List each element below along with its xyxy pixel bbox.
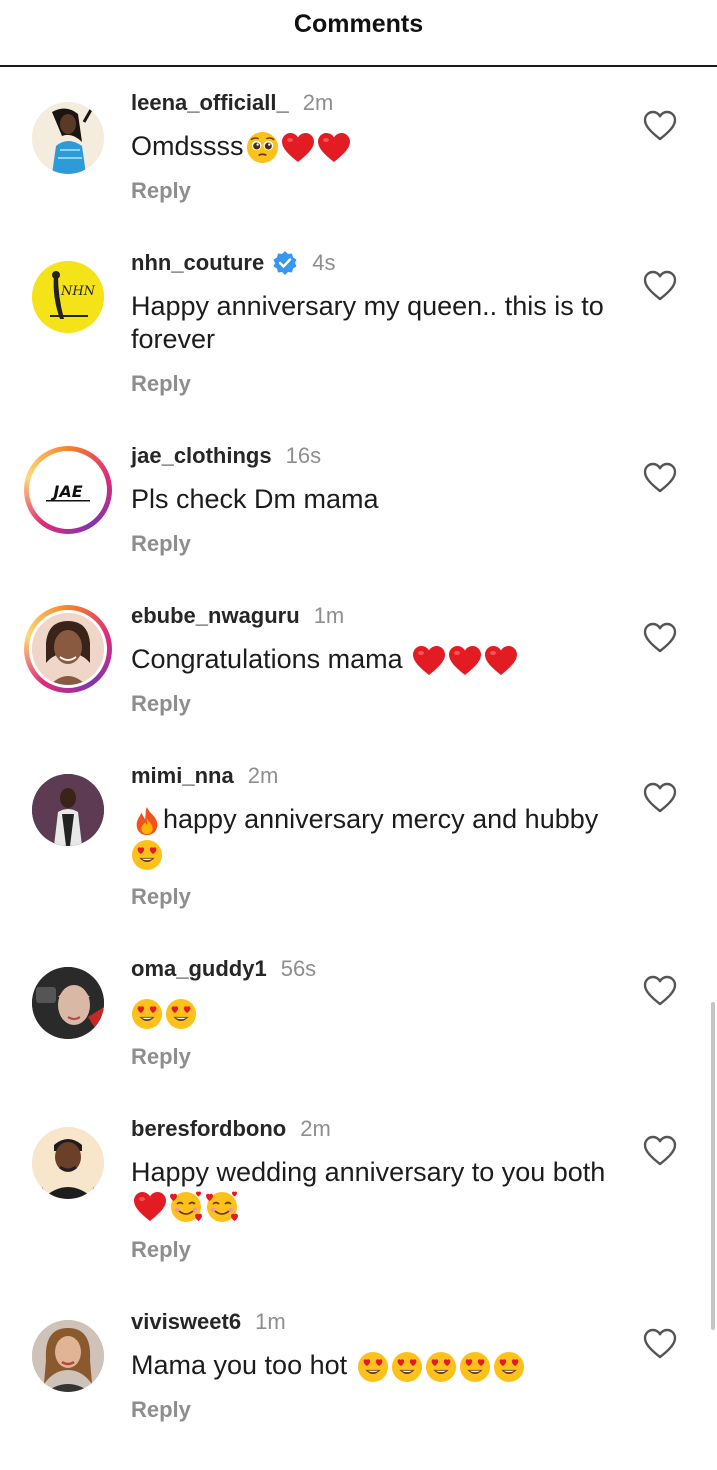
comment-username[interactable]: mimi_nna <box>131 763 234 789</box>
heart-eyes-emoji <box>131 839 163 871</box>
like-heart-icon[interactable] <box>643 270 677 302</box>
comment-text: Happy anniversary my queen.. this is to … <box>131 291 604 354</box>
heart-eyes-emoji <box>425 1351 457 1383</box>
jae-logo-text: JAE <box>50 482 82 501</box>
like-heart-icon[interactable] <box>643 622 677 654</box>
comment-username[interactable]: oma_guddy1 <box>131 956 267 982</box>
scrollbar[interactable] <box>711 1002 715 1330</box>
heart-eyes-emoji <box>165 998 197 1030</box>
heart-eyes-emoji <box>357 1351 389 1383</box>
avatar[interactable] <box>24 1119 112 1207</box>
avatar[interactable] <box>24 1312 112 1400</box>
like-heart-icon[interactable] <box>643 1328 677 1360</box>
comments-header: Comments <box>0 0 717 67</box>
heart-eyes-emoji <box>459 1351 491 1383</box>
heart-eyes-emoji <box>493 1351 525 1383</box>
reply-button[interactable]: Reply <box>131 1237 191 1263</box>
comment-time: 1m <box>313 603 345 628</box>
like-heart-icon[interactable] <box>643 1135 677 1167</box>
avatar-story-ring[interactable] <box>24 605 112 693</box>
comment-time: 56s <box>280 956 317 981</box>
comment-time: 4s <box>312 250 336 275</box>
reply-button[interactable]: Reply <box>131 178 191 204</box>
red-heart-emoji <box>281 132 315 164</box>
red-heart-emoji <box>133 1191 167 1223</box>
comment-time: 1m <box>255 1309 286 1334</box>
verified-badge-icon <box>273 251 297 275</box>
page-title: Comments <box>293 10 424 38</box>
avatar[interactable] <box>24 959 112 1047</box>
reply-button[interactable]: Reply <box>131 691 191 717</box>
reply-button[interactable]: Reply <box>131 1044 191 1070</box>
avatar[interactable] <box>24 94 112 182</box>
reply-button[interactable]: Reply <box>131 1397 191 1423</box>
comment-text: Happy wedding anniversary to you both <box>131 1156 631 1224</box>
red-heart-emoji <box>448 645 482 677</box>
comment-text: happy anniversary mercy and hubby <box>131 803 631 871</box>
comment-username[interactable]: beresfordbono <box>131 1116 286 1142</box>
smiling-face-with-hearts-emoji <box>205 1190 239 1224</box>
comment-username[interactable]: vivisweet6 <box>131 1309 241 1335</box>
comment-text: Omdssss <box>131 130 631 164</box>
avatar[interactable]: NHN <box>24 253 112 341</box>
nhn-logo-text: NHN <box>60 284 96 299</box>
comment-time: 2m <box>302 90 334 115</box>
avatar-story-ring[interactable]: JAE <box>24 446 112 534</box>
reply-button[interactable]: Reply <box>131 531 191 557</box>
avatar[interactable] <box>24 766 112 854</box>
comment-text: Mama you too hot <box>131 1349 631 1383</box>
comment-text <box>131 996 631 1030</box>
red-heart-emoji <box>412 645 446 677</box>
comment-time: 16s <box>285 443 322 468</box>
red-heart-emoji <box>317 132 351 164</box>
comment-username[interactable]: leena_officiall_ <box>131 90 289 116</box>
heart-eyes-emoji <box>391 1351 423 1383</box>
heart-eyes-emoji <box>131 998 163 1030</box>
red-heart-emoji <box>484 645 518 677</box>
comment-username[interactable]: nhn_couture <box>131 250 264 276</box>
fire-emoji <box>131 805 163 837</box>
like-heart-icon[interactable] <box>643 975 677 1007</box>
comment-username[interactable]: ebube_nwaguru <box>131 603 300 629</box>
like-heart-icon[interactable] <box>643 110 677 142</box>
smiling-face-with-hearts-emoji <box>169 1190 203 1224</box>
pleading-face-emoji <box>246 131 279 164</box>
comment-time: 2m <box>247 763 279 788</box>
comment-username[interactable]: jae_clothings <box>131 443 272 469</box>
comment-text: Pls check Dm mama <box>131 484 379 514</box>
like-heart-icon[interactable] <box>643 462 677 494</box>
like-heart-icon[interactable] <box>643 782 677 814</box>
reply-button[interactable]: Reply <box>131 884 191 910</box>
comment-time: 2m <box>300 1116 331 1141</box>
comment-text: Congratulations mama <box>131 643 631 677</box>
reply-button[interactable]: Reply <box>131 371 191 397</box>
